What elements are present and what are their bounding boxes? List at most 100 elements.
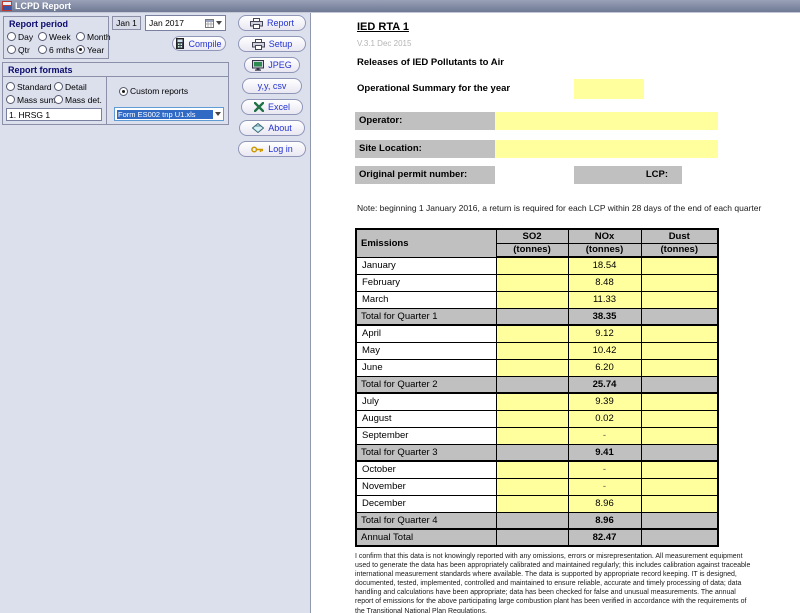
button-label: About (268, 123, 292, 133)
summary-year-label: Operational Summary for the year (357, 83, 510, 94)
compile-button[interactable]: Compile (172, 36, 226, 51)
nox-cell[interactable]: - (568, 461, 641, 478)
radio-label: Week (49, 32, 71, 42)
dust-cell[interactable] (641, 291, 718, 308)
button-about[interactable]: About (239, 120, 305, 136)
key-icon (251, 145, 264, 154)
so2-cell[interactable] (496, 478, 568, 495)
so2-cell[interactable] (496, 410, 568, 427)
nox-cell[interactable]: 10.42 (568, 342, 641, 359)
nox-cell[interactable]: 6.20 (568, 359, 641, 376)
nox-cell[interactable]: - (568, 478, 641, 495)
nox-cell: 8.96 (568, 512, 641, 529)
dust-cell[interactable] (641, 427, 718, 444)
nox-cell[interactable]: - (568, 427, 641, 444)
so2-unit: (tonnes) (496, 243, 568, 257)
radio-period-qtr[interactable]: Qtr (7, 43, 38, 56)
dust-cell[interactable] (641, 478, 718, 495)
so2-cell[interactable] (496, 427, 568, 444)
row-label: July (356, 393, 496, 410)
radio-format-standard[interactable]: Standard (6, 80, 54, 93)
excel-icon (254, 102, 264, 112)
month-row: March11.33 (356, 291, 718, 308)
nox-cell[interactable]: 9.12 (568, 325, 641, 342)
nox-cell[interactable]: 9.39 (568, 393, 641, 410)
nox-cell[interactable]: 8.96 (568, 495, 641, 512)
so2-cell[interactable] (496, 274, 568, 291)
emissions-table: Emissions SO2 NOx Dust (tonnes) (tonnes)… (355, 228, 719, 547)
so2-cell[interactable] (496, 359, 568, 376)
report-period-group: Report period DayWeekMonthQtr6 mthsYear (3, 16, 109, 59)
radio-label: Mass sum (17, 95, 56, 105)
so2-cell[interactable] (496, 291, 568, 308)
operator-field[interactable] (495, 112, 718, 130)
so2-cell[interactable] (496, 495, 568, 512)
so2-cell (496, 444, 568, 461)
so2-cell[interactable] (496, 461, 568, 478)
radio-format-mass-sum[interactable]: Mass sum (6, 93, 54, 106)
month-row: June6.20 (356, 359, 718, 376)
button-label: Report (267, 18, 294, 28)
nox-cell[interactable]: 8.48 (568, 274, 641, 291)
button-y-y-csv[interactable]: y,y, csv (242, 78, 302, 94)
radio-format-mass-det[interactable]: Mass det. (54, 93, 106, 106)
so2-cell[interactable] (496, 342, 568, 359)
chevron-down-icon[interactable] (215, 112, 221, 116)
radio-label: Qtr (18, 45, 30, 55)
radio-format-detail[interactable]: Detail (54, 80, 106, 93)
radio-period-day[interactable]: Day (7, 30, 38, 43)
dust-cell[interactable] (641, 274, 718, 291)
dust-cell[interactable] (641, 495, 718, 512)
nox-cell: 38.35 (568, 308, 641, 325)
button-log-in[interactable]: Log in (238, 141, 306, 157)
site-location-field[interactable] (495, 140, 718, 158)
calendar-icon (205, 19, 214, 28)
custom-reports-pane: Custom reports Form ES002 tnp U1.xls (107, 77, 228, 124)
chevron-down-icon[interactable] (216, 21, 222, 25)
dust-cell[interactable] (641, 410, 718, 427)
radio-icon (54, 95, 63, 104)
month-row: August0.02 (356, 410, 718, 427)
window-title: LCPD Report (15, 1, 71, 11)
title-bar: LCPD Report (0, 0, 800, 13)
dust-cell[interactable] (641, 257, 718, 274)
nox-cell[interactable]: 18.54 (568, 257, 641, 274)
summary-year-field[interactable] (574, 79, 644, 99)
month-row: July 9.39 (356, 393, 718, 410)
month-row: September- (356, 427, 718, 444)
dust-cell[interactable] (641, 393, 718, 410)
radio-label: Mass det. (65, 95, 102, 105)
radio-label: Year (87, 45, 104, 55)
button-setup[interactable]: Setup (238, 36, 306, 52)
date-picker[interactable]: Jan 2017 (145, 15, 226, 31)
custom-report-select[interactable]: Form ES002 tnp U1.xls (114, 107, 224, 121)
start-date-label: Jan 1 (112, 16, 141, 30)
dust-cell[interactable] (641, 325, 718, 342)
month-row: April9.12 (356, 325, 718, 342)
nox-cell[interactable]: 11.33 (568, 291, 641, 308)
radio-period-6-mths[interactable]: 6 mths (38, 43, 76, 56)
radio-label: Standard (17, 82, 52, 92)
so2-cell[interactable] (496, 257, 568, 274)
nox-cell[interactable]: 0.02 (568, 410, 641, 427)
so2-cell (496, 529, 568, 546)
dust-cell[interactable] (641, 461, 718, 478)
so2-cell[interactable] (496, 325, 568, 342)
total-row: Total for Quarter 4 8.96 (356, 512, 718, 529)
row-label: Total for Quarter 4 (356, 512, 496, 529)
radio-period-year[interactable]: Year (76, 43, 111, 56)
radio-period-week[interactable]: Week (38, 30, 76, 43)
dust-cell[interactable] (641, 342, 718, 359)
dust-cell[interactable] (641, 359, 718, 376)
radio-period-month[interactable]: Month (76, 30, 111, 43)
nox-unit: (tonnes) (568, 243, 641, 257)
so2-cell[interactable] (496, 393, 568, 410)
unit-field[interactable] (6, 108, 102, 121)
row-label: Total for Quarter 2 (356, 376, 496, 393)
total-row: Annual Total82.47 (356, 529, 718, 546)
button-report[interactable]: Report (238, 15, 306, 31)
button-excel[interactable]: Excel (241, 99, 303, 115)
printer-icon (250, 18, 263, 29)
radio-custom-reports[interactable]: Custom reports (119, 86, 188, 96)
button-jpeg[interactable]: JPEG (244, 57, 300, 73)
